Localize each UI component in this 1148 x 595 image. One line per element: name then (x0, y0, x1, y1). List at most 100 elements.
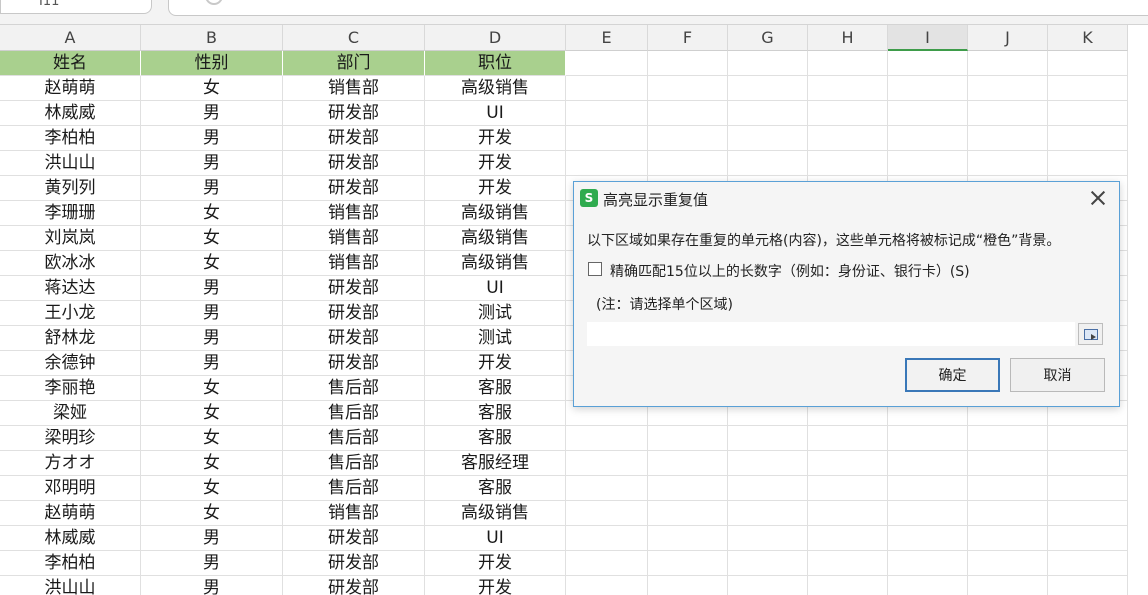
cell[interactable] (728, 526, 808, 551)
cell[interactable]: 售后部 (283, 376, 425, 401)
column-header-c[interactable]: C (283, 25, 425, 51)
cell[interactable] (648, 101, 728, 126)
cell[interactable] (888, 451, 968, 476)
cell[interactable] (1048, 101, 1128, 126)
header-cell[interactable]: 姓名 (0, 51, 141, 76)
header-cell[interactable] (888, 51, 968, 76)
column-header-k[interactable]: K (1048, 25, 1128, 51)
cell[interactable] (728, 126, 808, 151)
cell[interactable] (808, 476, 888, 501)
column-header-j[interactable]: J (968, 25, 1048, 51)
cell[interactable]: 男 (141, 351, 283, 376)
cell[interactable]: 售后部 (283, 401, 425, 426)
cell[interactable] (968, 476, 1048, 501)
cell[interactable]: 梁娅 (0, 401, 141, 426)
column-header-i[interactable]: I (888, 25, 968, 51)
cell[interactable] (968, 576, 1048, 595)
cell[interactable]: 黄列列 (0, 176, 141, 201)
long-number-checkbox-label[interactable]: 精确匹配15位以上的长数字（例如：身份证、银行卡）(S) (610, 261, 970, 281)
cell[interactable]: 开发 (425, 576, 566, 595)
cell[interactable]: 研发部 (283, 326, 425, 351)
cell[interactable] (808, 151, 888, 176)
cell[interactable]: 男 (141, 326, 283, 351)
cell[interactable]: 开发 (425, 551, 566, 576)
cell[interactable]: 测试 (425, 301, 566, 326)
cell[interactable]: 女 (141, 76, 283, 101)
cell[interactable] (968, 501, 1048, 526)
column-header-a[interactable]: A (0, 25, 141, 51)
header-cell[interactable] (1048, 51, 1128, 76)
cell[interactable] (648, 451, 728, 476)
dialog-title-bar[interactable]: S 高亮显示重复值 (574, 182, 1119, 214)
cell[interactable]: 研发部 (283, 126, 425, 151)
cell[interactable] (1048, 126, 1128, 151)
cell[interactable] (888, 501, 968, 526)
column-header-g[interactable]: G (728, 25, 808, 51)
cell[interactable]: 梁明珍 (0, 426, 141, 451)
cell[interactable] (968, 76, 1048, 101)
cell[interactable] (888, 551, 968, 576)
range-select-button[interactable] (1078, 323, 1103, 345)
column-header-f[interactable]: F (648, 25, 728, 51)
cell[interactable] (968, 126, 1048, 151)
cell[interactable]: 王小龙 (0, 301, 141, 326)
name-box[interactable]: I11 (0, 0, 152, 14)
formula-input[interactable]: fx (168, 0, 1148, 16)
cell[interactable]: UI (425, 101, 566, 126)
cell[interactable]: 开发 (425, 126, 566, 151)
cell[interactable]: 女 (141, 251, 283, 276)
long-number-checkbox[interactable] (588, 262, 602, 276)
cell[interactable]: 开发 (425, 151, 566, 176)
cell[interactable]: 男 (141, 551, 283, 576)
cell[interactable]: 销售部 (283, 76, 425, 101)
cell[interactable] (728, 451, 808, 476)
cell[interactable]: 林威威 (0, 101, 141, 126)
cell[interactable] (968, 551, 1048, 576)
cell[interactable] (566, 451, 648, 476)
cell[interactable]: 女 (141, 501, 283, 526)
cell[interactable]: 李珊珊 (0, 201, 141, 226)
cell[interactable]: 售后部 (283, 451, 425, 476)
cell[interactable] (1048, 476, 1128, 501)
cell[interactable] (648, 526, 728, 551)
cell[interactable]: 男 (141, 526, 283, 551)
cell[interactable]: 高级销售 (425, 201, 566, 226)
cell[interactable]: 客服经理 (425, 451, 566, 476)
cell[interactable] (1048, 76, 1128, 101)
cell[interactable]: 洪山山 (0, 576, 141, 595)
cell[interactable] (648, 426, 728, 451)
cell[interactable]: 男 (141, 301, 283, 326)
cell[interactable]: 研发部 (283, 101, 425, 126)
cell[interactable] (888, 426, 968, 451)
cell[interactable]: 研发部 (283, 551, 425, 576)
cell[interactable] (968, 101, 1048, 126)
cell[interactable] (566, 426, 648, 451)
cell[interactable] (808, 551, 888, 576)
cell[interactable]: 女 (141, 451, 283, 476)
cell[interactable]: 女 (141, 401, 283, 426)
cell[interactable] (968, 451, 1048, 476)
cell[interactable]: 蒋达达 (0, 276, 141, 301)
cell[interactable]: 销售部 (283, 201, 425, 226)
cell[interactable] (888, 126, 968, 151)
cell[interactable]: UI (425, 526, 566, 551)
cell[interactable]: 李柏柏 (0, 126, 141, 151)
cell[interactable]: 男 (141, 151, 283, 176)
cell[interactable]: 邓明明 (0, 476, 141, 501)
cell[interactable]: 余德钟 (0, 351, 141, 376)
cell[interactable] (648, 151, 728, 176)
cell[interactable]: 女 (141, 376, 283, 401)
cell[interactable] (566, 101, 648, 126)
header-cell[interactable] (808, 51, 888, 76)
cell[interactable] (1048, 526, 1128, 551)
cell[interactable] (566, 526, 648, 551)
cell[interactable]: 研发部 (283, 301, 425, 326)
cell[interactable] (1048, 451, 1128, 476)
cell[interactable] (808, 76, 888, 101)
column-header-b[interactable]: B (141, 25, 283, 51)
cell[interactable] (1048, 426, 1128, 451)
cell[interactable]: 高级销售 (425, 251, 566, 276)
cell[interactable] (566, 551, 648, 576)
cell[interactable]: 女 (141, 201, 283, 226)
cell[interactable] (1048, 551, 1128, 576)
